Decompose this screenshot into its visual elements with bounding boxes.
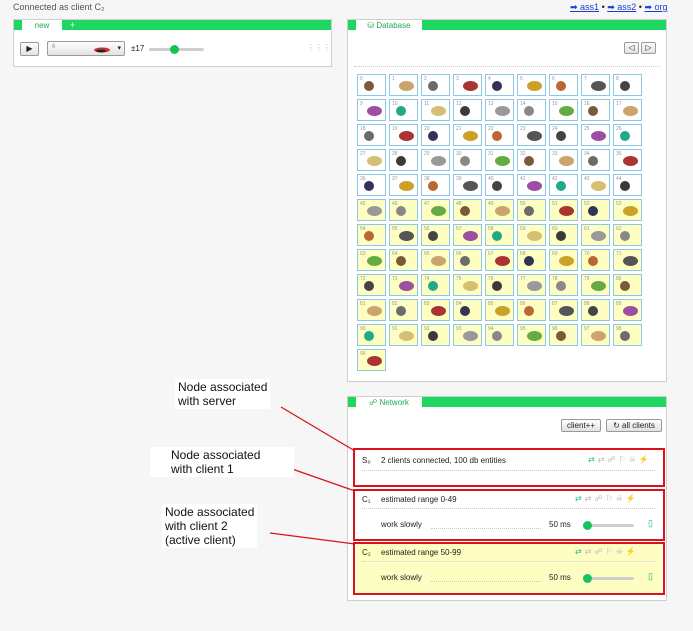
annotation-server: Node associated with server (175, 379, 271, 409)
annotation-client2: Node associated with client 2 (active cl… (162, 504, 258, 548)
annotation-client1: Node associated with client 1 (150, 447, 294, 477)
annotation-line-server (280, 406, 356, 452)
annotation-lines (269, 406, 356, 545)
annotation-line-client2 (269, 532, 356, 545)
